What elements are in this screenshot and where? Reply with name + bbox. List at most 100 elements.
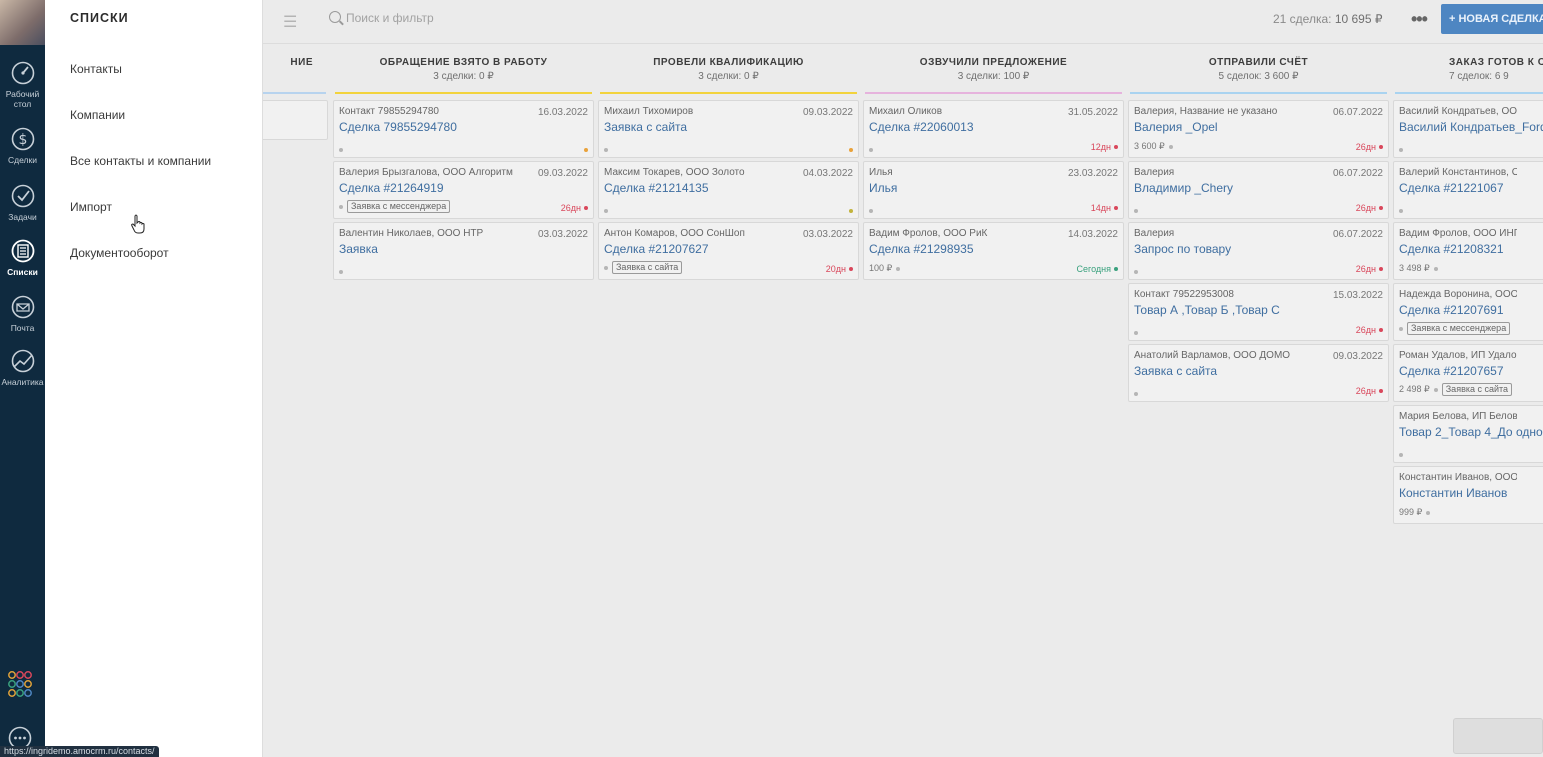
deal-price: 3 498 ₽	[1399, 263, 1430, 273]
deal-date: 09.03.2022	[537, 168, 588, 179]
deal-card[interactable]: Вадим Фролов, ООО РиК 14.03.2022 Сделка #2…	[863, 222, 1124, 280]
deal-card[interactable]: Илья 23.03.2022 Илья 14дн	[863, 161, 1124, 219]
deal-card[interactable]: Валерия 06.07.2022 Владимир _Chery 26дн	[1128, 161, 1389, 219]
task-dot-icon	[604, 148, 608, 152]
column-summary: 3 сделки: 0 ₽	[698, 71, 759, 82]
deal-contact: Валерий Константинов, ООО А	[1399, 167, 1518, 178]
column-title: ОТПРАВИЛИ СЧЁТ	[1208, 57, 1309, 68]
task-dot-icon	[1399, 148, 1403, 152]
rail-item-deals[interactable]: $ Сделки	[0, 126, 45, 165]
deal-card[interactable]: Вадим Фролов, ООО ИНГ Сделка #21208321 3 4…	[1393, 222, 1543, 280]
deal-card[interactable]: Валентин Николаев, ООО НТР 03.03.2022 Заяв…	[333, 222, 594, 280]
deal-title[interactable]: Сделка #22060013	[869, 120, 1118, 134]
task-dot-icon	[1168, 144, 1173, 149]
apps-grid-icon[interactable]	[7, 670, 33, 698]
deal-footer: Заявка с сайта	[604, 261, 683, 274]
column-header[interactable]: НИЕ	[253, 44, 328, 92]
deal-title[interactable]: Сделка #21207627	[604, 242, 853, 256]
deal-card[interactable]: Мария Белова, ИП Белов Товар 2_Товар 4_До…	[1393, 405, 1543, 463]
rail-item-tasks[interactable]: Задачи	[0, 183, 45, 222]
deal-title[interactable]: Сделка 79855294780	[339, 120, 588, 134]
menu-item-document-flow[interactable]: Документооборот	[70, 246, 169, 260]
task-dot-icon	[604, 209, 608, 213]
task-dot-icon	[339, 204, 343, 209]
deal-card[interactable]: Василий Кондратьев, ООО Соф Василий Кондр…	[1393, 100, 1543, 158]
dollar-icon: $	[11, 127, 34, 151]
deal-title[interactable]: Сделка #21214135	[604, 181, 853, 195]
deal-title[interactable]: Товар А ,Товар Б ,Товар С	[1134, 303, 1383, 317]
deal-card[interactable]: Михаил Тихомиров 09.03.2022 Заявка с сайта	[598, 100, 859, 158]
deal-footer	[1134, 270, 1138, 274]
deal-title[interactable]: Сделка #21208321	[1399, 242, 1543, 256]
deal-card[interactable]: Валерий Константинов, ООО А Сделка #21221…	[1393, 161, 1543, 219]
mail-icon	[11, 295, 34, 319]
column-header[interactable]: ЗАКАЗ ГОТОВ К О 7 сделок: 6 9	[1393, 44, 1543, 92]
deal-tag[interactable]: Заявка с сайта	[1441, 383, 1513, 396]
column-header[interactable]: ОТПРАВИЛИ СЧЁТ 5 сделок: 3 600 ₽	[1128, 44, 1389, 92]
deal-title[interactable]: Сделка #21298935	[869, 242, 1118, 256]
deal-contact: Константин Иванов, ООО СонШ	[1399, 472, 1518, 483]
task-dot-icon	[1134, 392, 1138, 396]
column-header[interactable]: ПРОВЕЛИ КВАЛИФИКАЦИЮ 3 сделки: 0 ₽	[598, 44, 859, 92]
deal-tag[interactable]: Заявка с мессенджера	[347, 200, 451, 213]
deal-tag[interactable]: Заявка с мессенджера	[1407, 322, 1511, 335]
menu-item-companies[interactable]: Компании	[70, 108, 125, 122]
user-avatar[interactable]	[0, 0, 45, 45]
deal-card[interactable]: Анатолий Варламов, ООО ДОМО 09.03.2022 Зая…	[1128, 344, 1389, 402]
menu-item-import[interactable]: Импорт	[70, 200, 112, 214]
search-filter[interactable]: Поиск и фильтр	[329, 11, 434, 25]
deal-card[interactable]: Валерия 06.07.2022 Запрос по товару 26дн	[1128, 222, 1389, 280]
deal-title[interactable]: Илья	[869, 181, 1118, 195]
rail-item-analytics[interactable]: Аналитика	[0, 348, 45, 387]
column-header[interactable]: ОЗВУЧИЛИ ПРЕДЛОЖЕНИЕ 3 сделки: 100 ₽	[863, 44, 1124, 92]
deal-card[interactable]: Максим Токарев, ООО Золото 04.03.2022 Сдел…	[598, 161, 859, 219]
deal-title[interactable]: Сделка #21207657	[1399, 364, 1543, 378]
deal-date: 09.03.2022	[1332, 351, 1383, 362]
deal-card[interactable]: Контакт 79855294780 16.03.2022 Сделка 7985…	[333, 100, 594, 158]
deal-title[interactable]: Заявка с сайта	[1134, 364, 1383, 378]
deal-title[interactable]: Товар 2_Товар 4_До одного	[1399, 425, 1543, 439]
deal-contact: Вадим Фролов, ООО РиК	[869, 228, 988, 239]
deal-title[interactable]: Василий Кондратьев_Ford	[1399, 120, 1543, 134]
deal-price: 100 ₽	[869, 263, 893, 273]
deal-card[interactable]: Михаил Оликов 31.05.2022 Сделка #22060013 1…	[863, 100, 1124, 158]
deal-title[interactable]: Валерия _Opel	[1134, 120, 1383, 134]
deal-title[interactable]: Заявка	[339, 242, 588, 256]
rail-label: Сделки	[8, 155, 37, 165]
rail-item-dashboard[interactable]: Рабочий стол	[0, 60, 45, 109]
menu-item-contacts[interactable]: Контакты	[70, 62, 122, 76]
deal-card[interactable]: Валерия Брызгалова, ООО Алгоритм 09.03.20…	[333, 161, 594, 219]
deal-title[interactable]: Сделка #21207691	[1399, 303, 1543, 317]
board-scroll-widget[interactable]	[1453, 718, 1543, 754]
deal-date: 09.03.2022	[802, 107, 853, 118]
more-icon[interactable]: •••	[1411, 9, 1428, 30]
deal-title[interactable]: Запрос по товару	[1134, 242, 1383, 256]
rail-item-mail[interactable]: Почта	[0, 294, 45, 333]
deals-summary: 21 сделка: 10 695 ₽	[1273, 12, 1383, 26]
deal-title[interactable]: Заявка с сайта	[604, 120, 853, 134]
deal-title[interactable]: Сделка #21264919	[339, 181, 588, 195]
status-dot-icon	[1379, 389, 1383, 393]
rail-item-lists[interactable]: Списки	[0, 238, 45, 277]
deal-contact: Валерия Брызгалова, ООО Алгоритм	[339, 167, 513, 178]
deal-contact: Антон Комаров, ООО СонШоп	[604, 228, 745, 239]
deal-tag[interactable]: Заявка с сайта	[612, 261, 683, 274]
menu-item-all-contacts-companies[interactable]: Все контакты и компании	[70, 154, 211, 168]
deal-card[interactable]: Надежда Воронина, ООО ВНН Сделка #2120769…	[1393, 283, 1543, 341]
deal-card[interactable]: Валерия, Название не указано 06.07.2022 Ва…	[1128, 100, 1389, 158]
deal-card[interactable]: Роман Удалов, ИП Удалов Сделка #21207657 2…	[1393, 344, 1543, 402]
task-dot-icon	[339, 148, 343, 152]
deal-card[interactable]: Контакт 79522953008 15.03.2022 Товар А ,То…	[1128, 283, 1389, 341]
deal-status-text: 26дн	[1355, 203, 1376, 213]
deal-card[interactable]: Константин Иванов, ООО СонШ Константин Ив…	[1393, 466, 1543, 524]
deal-title[interactable]: Константин Иванов	[1399, 486, 1543, 500]
column-header[interactable]: ОБРАЩЕНИЕ ВЗЯТО В РАБОТУ 3 сделки: 0 ₽	[333, 44, 594, 92]
deal-status: 26дн	[1356, 386, 1383, 396]
deal-title[interactable]: Сделка #21221067	[1399, 181, 1543, 195]
deal-card[interactable]: Антон Комаров, ООО СонШоп 03.03.2022 Сделк…	[598, 222, 859, 280]
new-deal-button[interactable]: + НОВАЯ СДЕЛКА	[1441, 4, 1543, 34]
menu-icon[interactable]: ☰	[283, 12, 297, 32]
deal-title[interactable]: Владимир _Chery	[1134, 181, 1383, 195]
deal-card[interactable]	[253, 100, 328, 140]
hand-cursor-icon	[131, 214, 145, 234]
